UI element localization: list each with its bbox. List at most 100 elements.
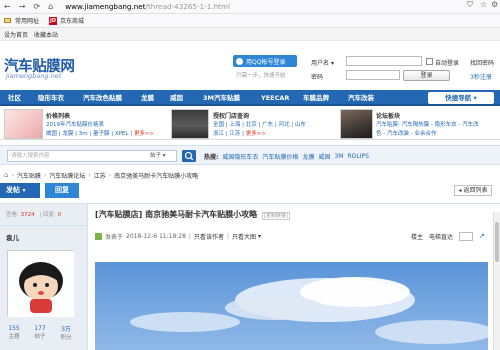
forgot-password-link[interactable]: 找回密码 bbox=[470, 58, 494, 67]
hot-search-term[interactable]: 汽车贴膜价格 bbox=[262, 152, 298, 161]
login-button[interactable]: 登录 bbox=[403, 70, 450, 81]
city-link[interactable]: 北京 bbox=[246, 122, 257, 128]
city-link[interactable]: 江苏 bbox=[229, 131, 240, 137]
breadcrumb-item[interactable]: 汽车贴膜论坛 bbox=[49, 171, 85, 180]
username-dropdown[interactable]: 用户名 ▾ bbox=[311, 58, 334, 67]
price-list-link[interactable]: 2019年汽车贴膜价格表 bbox=[46, 120, 104, 128]
jump-go-icon[interactable]: ↗ bbox=[479, 232, 485, 240]
price-list-brands: 威固 | 龙膜 | 3m | 量子膜 | XPEL | 更多>> bbox=[46, 131, 155, 137]
url-bar[interactable]: www.jiamengbang.net/thread-43265-1-1.htm… bbox=[65, 2, 230, 11]
nav-item-v-kool[interactable]: 威固 bbox=[170, 90, 183, 106]
home-icon[interactable]: ⌂ bbox=[4, 171, 8, 179]
forum-section-title[interactable]: 论坛板块 bbox=[376, 111, 400, 120]
forward-arrow-icon[interactable]: → bbox=[19, 0, 26, 14]
hot-search-term[interactable]: ROLIPS bbox=[347, 153, 368, 160]
shield-icon[interactable]: ⛉ bbox=[467, 0, 473, 10]
breadcrumb-item[interactable]: 汽车贴膜 bbox=[17, 171, 41, 180]
city-link[interactable]: 广东 bbox=[262, 122, 273, 128]
page-scrollbar[interactable] bbox=[493, 212, 500, 350]
brand-link[interactable]: 威固 bbox=[46, 131, 57, 137]
reload-icon[interactable]: ⟳ bbox=[33, 0, 40, 14]
author-name[interactable]: 袁儿 bbox=[6, 232, 19, 242]
brand-link[interactable]: 龙膜 bbox=[62, 131, 73, 137]
register-link[interactable]: 3秒注册 bbox=[470, 72, 492, 81]
qq-login-hint: 只需一步，快速开始 bbox=[236, 73, 286, 79]
section-link[interactable]: 色 bbox=[376, 131, 382, 137]
city-link[interactable]: 上海 bbox=[229, 122, 240, 128]
quick-nav-button[interactable]: 快捷导航 ▾ bbox=[428, 92, 494, 104]
hot-search-term[interactable]: 威固隐形车衣 bbox=[222, 152, 258, 161]
search-button[interactable] bbox=[182, 150, 196, 162]
nav-item-yeecar[interactable]: YEECAR bbox=[261, 90, 289, 106]
store-locator-title[interactable]: 授权门店查询 bbox=[213, 111, 249, 120]
hot-search-term[interactable]: 龙膜 bbox=[302, 152, 314, 161]
hot-search-list: 热搜: 威固隐形车衣 汽车贴膜价格 龙膜 威固 3M ROLIPS bbox=[204, 150, 369, 162]
auto-login-checkbox[interactable] bbox=[426, 58, 433, 65]
scrollbar-thumb[interactable] bbox=[495, 222, 499, 262]
brand-link[interactable]: XPEL bbox=[115, 131, 129, 137]
bookmark-common[interactable]: 常用网址 bbox=[15, 16, 39, 25]
new-post-button[interactable]: 发帖 ▾ bbox=[0, 183, 40, 198]
author-posts-count[interactable]: 177 bbox=[29, 325, 51, 332]
author-sidebar: 袁儿 155 主题 177 帖子 3万 积分 bbox=[0, 225, 88, 350]
nav-item-llumar[interactable]: 龙膜 bbox=[141, 90, 154, 106]
section-link[interactable]: 汽车改装 bbox=[387, 131, 409, 137]
nav-item-community[interactable]: 社区 bbox=[8, 90, 21, 106]
city-link[interactable]: 山东 bbox=[295, 122, 306, 128]
password-input[interactable] bbox=[346, 70, 400, 80]
username-input[interactable] bbox=[346, 56, 422, 66]
reply-button[interactable]: 回复 bbox=[45, 183, 79, 198]
username-label: 用户名 bbox=[311, 60, 330, 67]
extensions-icon[interactable]: ⚙ bbox=[491, 0, 498, 9]
nav-item-ppf[interactable]: 隐形车衣 bbox=[38, 90, 64, 106]
quick-nav-label: 快捷导航 bbox=[445, 94, 472, 102]
price-list-title[interactable]: 价格列表 bbox=[46, 111, 70, 120]
copy-link-button[interactable]: [复制链接] bbox=[261, 212, 290, 220]
floor-jump-input[interactable] bbox=[459, 231, 474, 241]
post-meta: 发表于 2018-12-6 11:18:28 | 只看该作者 | 只看大图 ▾ bbox=[95, 231, 261, 241]
nav-item-brands[interactable]: 车膜品牌 bbox=[303, 90, 329, 106]
breadcrumb-current[interactable]: 南京驰美马耐卡汽车贴膜小攻略 bbox=[114, 171, 198, 180]
back-arrow-icon[interactable]: ← bbox=[4, 0, 11, 14]
avatar[interactable] bbox=[7, 250, 74, 317]
more-link[interactable]: 更多>> bbox=[246, 131, 266, 137]
hot-search-term[interactable]: 威固 bbox=[318, 152, 330, 161]
section-link[interactable]: 汽车改 bbox=[462, 122, 479, 128]
hot-search-term[interactable]: 3M bbox=[334, 153, 343, 160]
qq-login-button[interactable]: 用QQ帐号登录 bbox=[233, 55, 297, 67]
browser-address-bar: ← → ⟳ ⌂ www.jiamengbang.net/thread-43265… bbox=[0, 0, 500, 14]
star-icon[interactable]: ☆ bbox=[480, 0, 487, 9]
nav-item-3m[interactable]: 3M汽车贴膜 bbox=[203, 90, 240, 106]
post-image[interactable] bbox=[95, 262, 495, 350]
bookmark-site-link[interactable]: 收藏本站 bbox=[34, 30, 58, 39]
online-status-icon bbox=[95, 232, 102, 240]
city-link[interactable]: 河北 bbox=[279, 122, 290, 128]
set-home-link[interactable]: 设为首页 bbox=[4, 30, 28, 39]
home-icon[interactable]: ⌂ bbox=[48, 0, 53, 14]
city-link[interactable]: 浙江 bbox=[213, 131, 224, 137]
nav-item-color-wrap[interactable]: 汽车改色贴膜 bbox=[83, 90, 122, 106]
nav-item-modification[interactable]: 汽车改装 bbox=[348, 90, 374, 106]
search-type-select[interactable]: 帖子 ▾ bbox=[150, 150, 177, 162]
author-credits-count[interactable]: 3万 bbox=[55, 324, 77, 333]
section-link[interactable]: 隐形车衣 bbox=[435, 122, 457, 128]
only-large-images-link[interactable]: 只看大图 bbox=[232, 232, 256, 241]
store-locator-thumbnail[interactable] bbox=[171, 109, 209, 139]
section-link[interactable]: 汽车贴膜 bbox=[376, 122, 398, 128]
author-stats: 155 主题 177 帖子 3万 积分 bbox=[3, 324, 77, 341]
bookmark-jd[interactable]: 京东商城 bbox=[60, 16, 84, 25]
forum-section-thumbnail[interactable] bbox=[340, 109, 373, 139]
brand-link[interactable]: 量子膜 bbox=[93, 131, 110, 137]
price-list-thumbnail[interactable] bbox=[4, 109, 43, 139]
section-link[interactable]: 汽车隔热膜 bbox=[402, 122, 430, 128]
back-to-list-button[interactable]: ◂ 返回列表 bbox=[454, 185, 492, 196]
section-link[interactable]: 业余合作 bbox=[415, 131, 437, 137]
floor-label: 楼主 bbox=[411, 233, 424, 241]
author-topics-count[interactable]: 155 bbox=[3, 325, 25, 332]
more-link[interactable]: 更多>> bbox=[134, 131, 154, 137]
only-author-link[interactable]: 只看该作者 bbox=[194, 232, 224, 241]
breadcrumb-item[interactable]: 江苏 bbox=[94, 171, 106, 180]
search-icon bbox=[184, 151, 194, 161]
city-link[interactable]: 全国 bbox=[213, 122, 224, 128]
brand-link[interactable]: 3m bbox=[79, 131, 88, 137]
